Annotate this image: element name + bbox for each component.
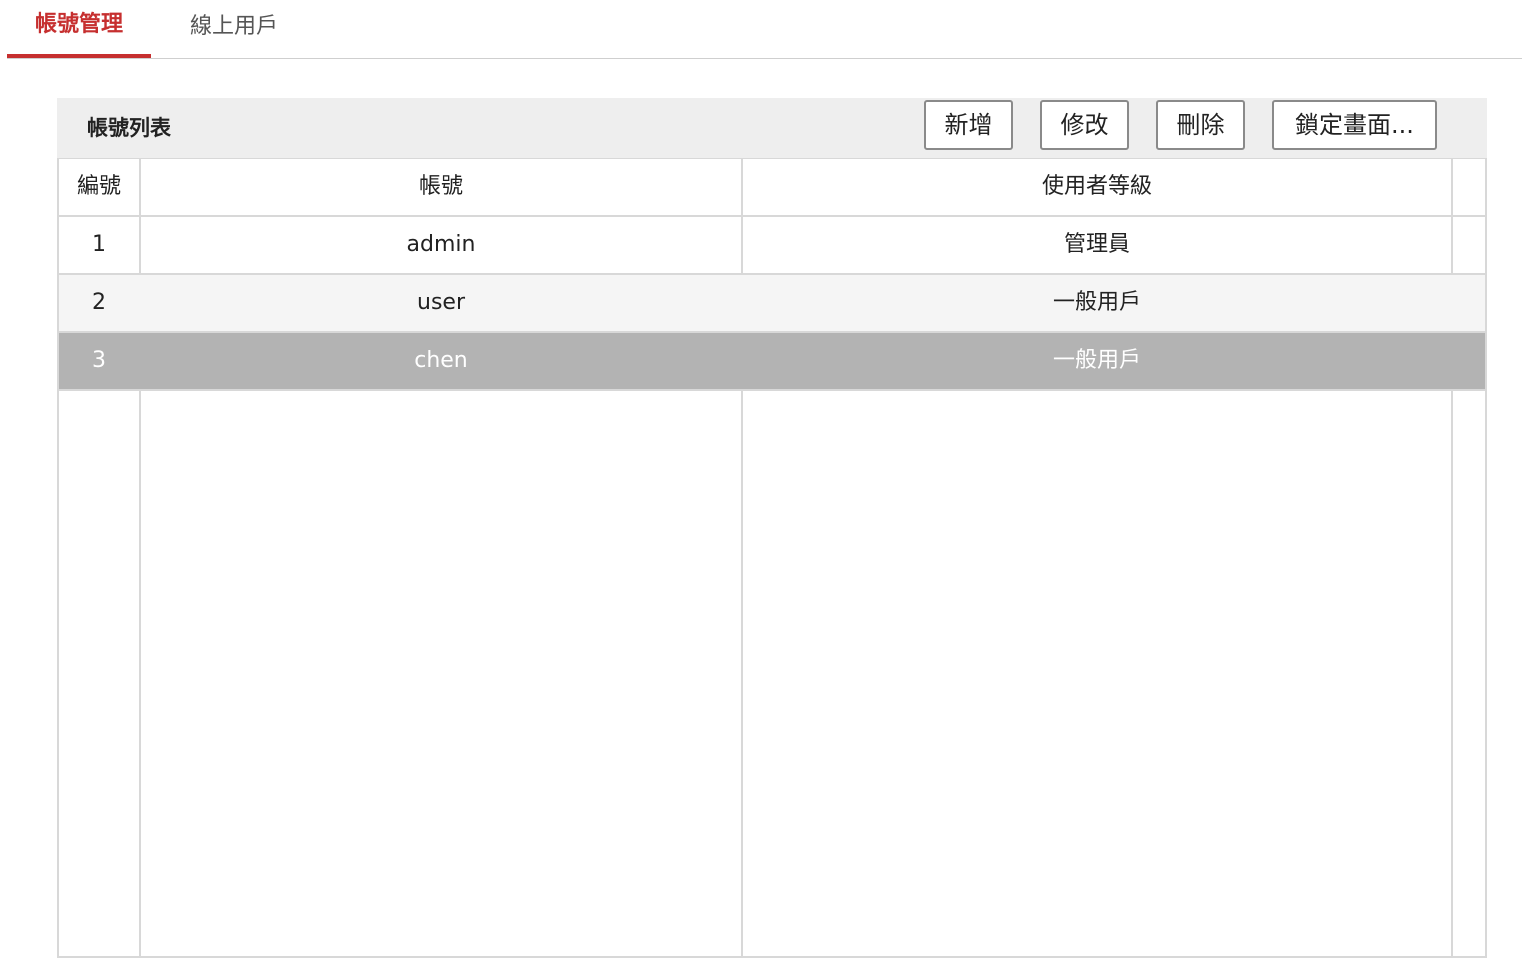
header-account[interactable]: 帳號 — [141, 159, 741, 215]
tab-online-users[interactable]: 線上用戶 — [151, 0, 317, 54]
account-table: 編號 帳號 使用者等級 1 admin 管理員 2 user 一般用戶 3 ch… — [57, 158, 1487, 958]
cell-account: admin — [406, 232, 476, 257]
cell-account: user — [417, 290, 465, 315]
lock-screen-button[interactable]: 鎖定畫面... — [1272, 100, 1437, 150]
header-id[interactable]: 編號 — [59, 159, 139, 215]
edit-button[interactable]: 修改 — [1040, 100, 1129, 150]
tab-bar: 帳號管理 線上用戶 — [7, 0, 1522, 59]
cell-id: 2 — [92, 290, 106, 315]
cell-id: 1 — [92, 232, 106, 257]
tab-account-management[interactable]: 帳號管理 — [7, 0, 151, 58]
account-list-panel: 帳號列表 新增 修改 刪除 鎖定畫面... 編號 帳號 使用者等級 1 admi… — [57, 98, 1487, 958]
panel-header: 帳號列表 新增 修改 刪除 鎖定畫面... — [57, 98, 1487, 158]
cell-user-level: 管理員 — [1063, 232, 1130, 257]
cell-id: 3 — [92, 348, 106, 373]
table-row[interactable]: 1 admin 管理員 — [59, 217, 1485, 275]
add-button[interactable]: 新增 — [924, 100, 1013, 150]
table-row[interactable]: 2 user 一般用戶 — [59, 275, 1485, 333]
table-row-selected[interactable]: 3 chen 一般用戶 — [59, 333, 1485, 391]
cell-user-level: 一般用戶 — [1052, 290, 1141, 315]
table-header-row: 編號 帳號 使用者等級 — [59, 159, 1485, 217]
panel-title: 帳號列表 — [87, 116, 171, 140]
header-user-level[interactable]: 使用者等級 — [743, 159, 1451, 215]
cell-user-level: 一般用戶 — [1052, 348, 1141, 373]
delete-button[interactable]: 刪除 — [1156, 100, 1245, 150]
cell-account: chen — [414, 348, 468, 373]
